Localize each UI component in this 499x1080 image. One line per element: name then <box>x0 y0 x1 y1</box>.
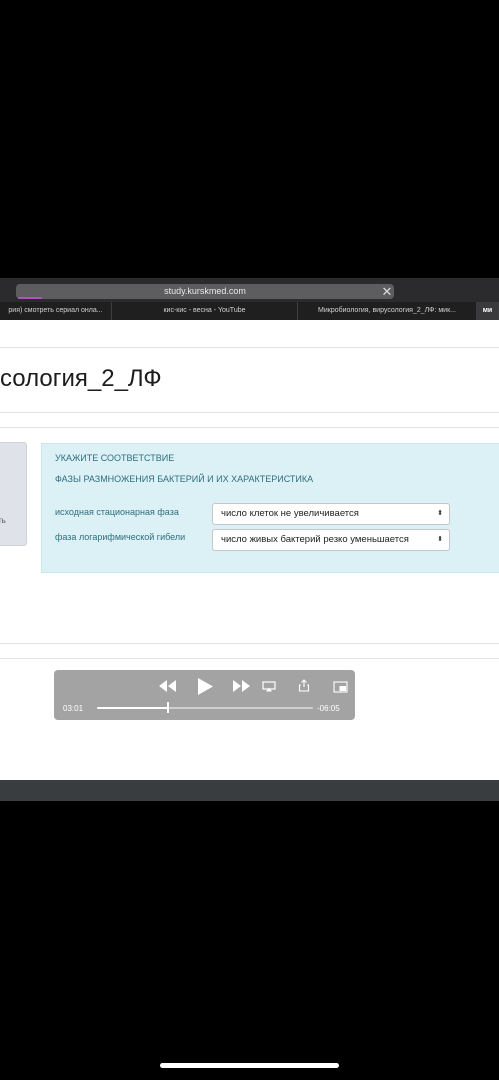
answer-select-value: число клеток не увеличивается <box>221 508 359 519</box>
url-field[interactable]: study.kurskmed.com <box>16 284 394 299</box>
page-title: сология_2_ЛФ <box>0 365 162 392</box>
divider <box>0 412 499 413</box>
divider <box>0 643 499 644</box>
scrubber-handle[interactable] <box>167 702 169 713</box>
dropdown-arrows-icon: ⬍ <box>437 536 443 543</box>
play-icon[interactable] <box>197 677 214 696</box>
dropdown-arrows-icon: ⬍ <box>437 510 443 517</box>
flag-question-link[interactable]: ть <box>0 516 6 525</box>
share-icon[interactable] <box>298 679 310 692</box>
close-icon[interactable]: ✕ <box>380 284 394 299</box>
question-heading: УКАЖИТЕ СООТВЕТСТВИЕ <box>55 453 175 463</box>
question-info-box <box>0 442 27 546</box>
picture-in-picture-icon[interactable] <box>333 681 348 693</box>
tab-youtube[interactable]: кис-кис - весна - YouTube <box>112 302 298 320</box>
answer-select-value: число живых бактерий резко уменьшается <box>221 534 409 545</box>
airplay-icon[interactable] <box>262 681 276 692</box>
match-row-label: фаза логарифмической гибели <box>55 532 186 542</box>
answer-select[interactable]: число живых бактерий резко уменьшается ⬍ <box>212 529 450 551</box>
divider <box>0 347 499 348</box>
answer-select[interactable]: число клеток не увеличивается ⬍ <box>212 503 450 525</box>
fast-forward-icon[interactable] <box>232 679 252 693</box>
page-load-progress <box>18 297 42 299</box>
tab-active[interactable]: ми <box>477 302 499 320</box>
divider <box>0 427 499 428</box>
tab-series[interactable]: рия) смотреть сериал онла... <box>0 302 112 320</box>
current-time: 03:01 <box>63 704 84 713</box>
page-footer <box>0 780 499 801</box>
match-row-label: исходная стационарная фаза <box>55 507 179 517</box>
remaining-time: -06:05 <box>317 704 340 713</box>
rewind-icon[interactable] <box>157 679 177 693</box>
progress-fill <box>97 707 168 709</box>
page-content: сология_2_ЛФ 0 ть УКАЖИТЕ СООТВЕТСТВИЕ Ф… <box>0 320 499 780</box>
divider <box>0 658 499 659</box>
tab-bar: рия) смотреть сериал онла... кис-кис - в… <box>0 302 499 320</box>
home-indicator[interactable] <box>160 1063 339 1068</box>
tab-microbiology[interactable]: Микробиология, вирусология_2_ЛФ: мик... <box>298 302 477 320</box>
question-subheading: ФАЗЫ РАЗМНОЖЕНИЯ БАКТЕРИЙ И ИХ ХАРАКТЕРИ… <box>55 474 314 484</box>
